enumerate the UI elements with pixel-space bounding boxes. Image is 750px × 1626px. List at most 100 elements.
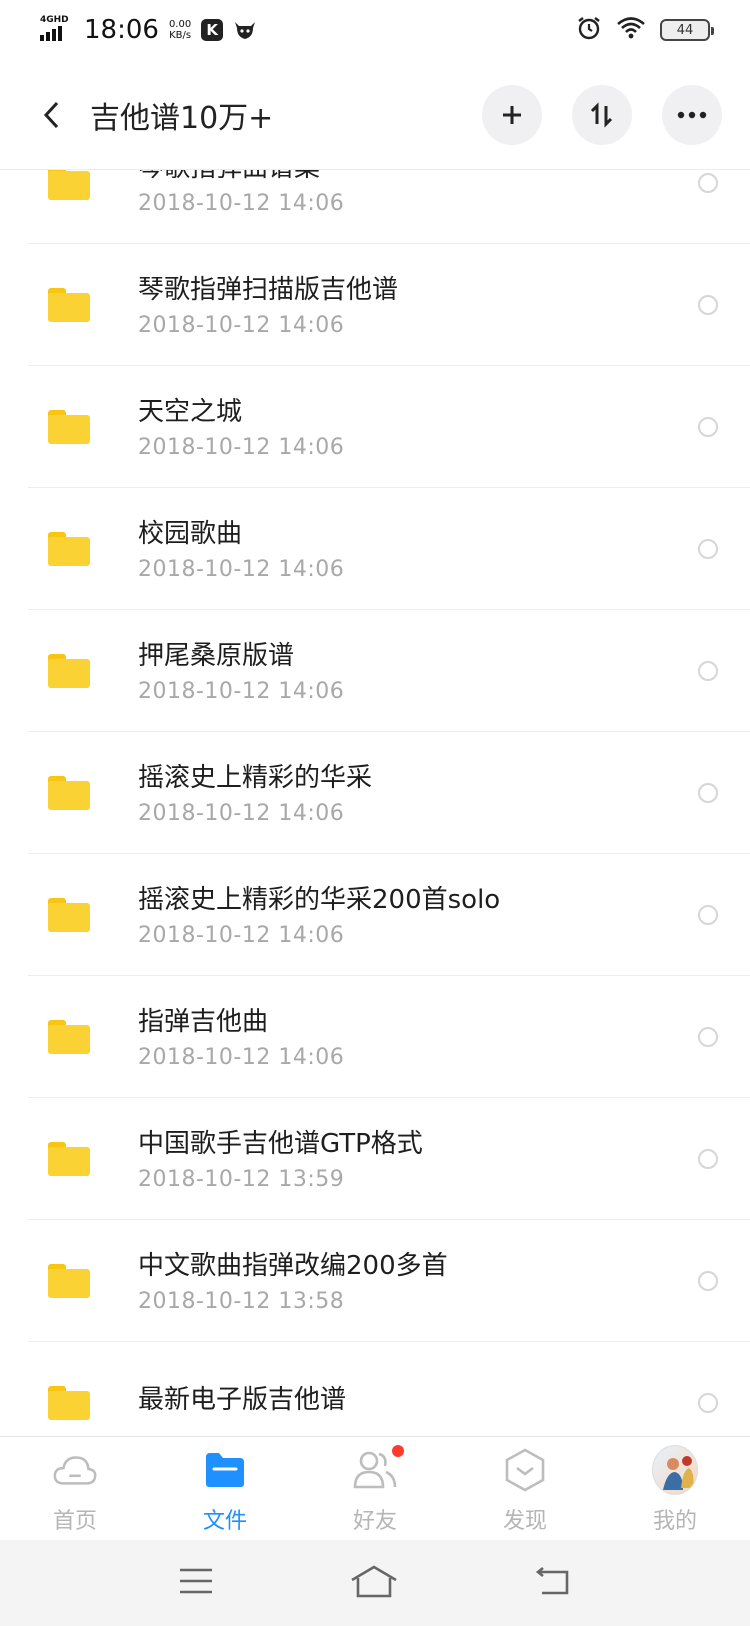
bottom-tab-bar: 首页 文件 好友 发现 我的 <box>0 1436 750 1540</box>
file-texts: 押尾桑原版谱 2018-10-12 14:06 <box>138 639 344 704</box>
folder-icon <box>202 1447 248 1493</box>
home-nav-button[interactable] <box>349 1564 399 1602</box>
folder-icon <box>48 654 90 688</box>
more-icon <box>677 111 707 118</box>
file-row[interactable]: 琴歌指弹扫描版吉他谱 2018-10-12 14:06 <box>0 244 750 366</box>
select-radio[interactable] <box>698 417 718 437</box>
k-app-icon: K <box>201 19 224 41</box>
status-left: 4GHD 18:06 0.00 KB/s K <box>40 15 257 45</box>
file-row[interactable]: 摇滚史上精彩的华采 2018-10-12 14:06 <box>0 732 750 854</box>
file-date: 2018-10-12 14:06 <box>138 434 345 460</box>
file-row[interactable]: 天空之城 2018-10-12 14:06 <box>0 366 750 488</box>
network-speed: 0.00 KB/s <box>169 19 191 41</box>
select-radio[interactable] <box>698 539 718 559</box>
friends-icon <box>352 1447 398 1493</box>
status-time: 18:06 <box>84 15 159 45</box>
folder-icon <box>48 898 90 932</box>
alarm-icon <box>576 15 602 45</box>
return-icon <box>536 1566 569 1595</box>
tab-friends[interactable]: 好友 <box>300 1437 450 1540</box>
select-radio[interactable] <box>698 1271 718 1291</box>
select-radio[interactable] <box>698 173 718 193</box>
folder-icon <box>48 776 90 810</box>
file-texts: 天空之城 2018-10-12 14:06 <box>138 395 344 460</box>
file-row[interactable]: 琴歌指弹曲谱集 2018-10-12 14:06 <box>0 170 750 244</box>
tab-files[interactable]: 文件 <box>150 1437 300 1540</box>
file-name: 中国歌手吉他谱GTP格式 <box>138 1128 423 1159</box>
sort-button[interactable] <box>572 84 632 145</box>
folder-icon <box>48 1142 90 1176</box>
file-row[interactable]: 最新电子版吉他谱 <box>0 1342 750 1436</box>
file-row[interactable]: 中国歌手吉他谱GTP格式 2018-10-12 13:59 <box>0 1098 750 1220</box>
sort-icon <box>590 101 613 128</box>
file-date: 2018-10-12 14:06 <box>138 556 345 582</box>
tab-label-home: 首页 <box>52 1509 97 1534</box>
discover-icon <box>502 1447 548 1493</box>
file-texts: 中国歌手吉他谱GTP格式 2018-10-12 13:59 <box>138 1127 423 1192</box>
avatar <box>652 1445 698 1495</box>
menu-nav-button[interactable] <box>178 1567 214 1599</box>
menu-icon <box>179 1568 212 1594</box>
signal-icon: 4GHD <box>40 15 74 43</box>
select-radio[interactable] <box>698 295 718 315</box>
wifi-icon <box>616 16 646 44</box>
battery-level: 44 <box>676 22 694 38</box>
page-title: 吉他谱10万+ <box>90 100 274 136</box>
file-texts: 最新电子版吉他谱 <box>138 1383 346 1423</box>
file-date: 2018-10-12 14:06 <box>138 190 345 216</box>
file-row[interactable]: 中文歌曲指弹改编200多首 2018-10-12 13:58 <box>0 1220 750 1342</box>
file-texts: 中文歌曲指弹改编200多首 2018-10-12 13:58 <box>138 1249 448 1314</box>
tab-me[interactable]: 我的 <box>600 1437 750 1540</box>
system-nav-bar <box>0 1540 750 1626</box>
select-radio[interactable] <box>698 783 718 803</box>
select-radio[interactable] <box>698 905 718 925</box>
bull-app-icon <box>233 19 257 41</box>
file-name: 指弹吉他曲 <box>138 1006 269 1037</box>
status-bar: 4GHD 18:06 0.00 KB/s K 44 <box>0 0 750 60</box>
notification-dot <box>392 1445 404 1457</box>
plus-icon <box>503 105 521 124</box>
file-row[interactable]: 指弹吉他曲 2018-10-12 14:06 <box>0 976 750 1098</box>
more-button[interactable] <box>662 84 722 145</box>
select-radio[interactable] <box>698 1027 718 1047</box>
tab-home[interactable]: 首页 <box>0 1437 150 1540</box>
file-texts: 琴歌指弹曲谱集 2018-10-12 14:06 <box>138 170 344 216</box>
file-texts: 摇滚史上精彩的华采 2018-10-12 14:06 <box>138 761 372 826</box>
file-name: 琴歌指弹扫描版吉他谱 <box>138 274 399 305</box>
network-type: 4GHD <box>40 15 69 25</box>
tab-me-icon-wrap <box>652 1445 698 1495</box>
select-radio[interactable] <box>698 661 718 681</box>
file-row[interactable]: 校园歌曲 2018-10-12 14:06 <box>0 488 750 610</box>
file-date: 2018-10-12 14:06 <box>138 800 345 826</box>
folder-icon <box>48 170 90 200</box>
folder-icon <box>48 410 90 444</box>
tab-discover[interactable]: 发现 <box>450 1437 600 1540</box>
header-actions <box>482 84 722 145</box>
home-icon <box>351 1565 397 1598</box>
header: 吉他谱10万+ <box>0 60 750 170</box>
file-date: 2018-10-12 14:06 <box>138 1044 345 1070</box>
file-date: 2018-10-12 14:06 <box>138 312 345 338</box>
add-button[interactable] <box>482 84 542 145</box>
back-button[interactable] <box>32 95 72 135</box>
back-icon <box>43 101 59 128</box>
file-list[interactable]: 琴歌指弹曲谱集 2018-10-12 14:06 琴歌指弹扫描版吉他谱 2018-10… <box>0 170 750 1436</box>
select-radio[interactable] <box>698 1149 718 1169</box>
file-row[interactable]: 摇滚史上精彩的华采200首solo 2018-10-12 14:06 <box>0 854 750 976</box>
file-row[interactable]: 押尾桑原版谱 2018-10-12 14:06 <box>0 610 750 732</box>
file-name: 摇滚史上精彩的华采 <box>138 762 373 793</box>
select-radio[interactable] <box>698 1393 718 1413</box>
file-name: 摇滚史上精彩的华采200首solo <box>138 884 501 915</box>
file-name: 校园歌曲 <box>138 518 243 549</box>
back-nav-button[interactable] <box>534 1566 572 1600</box>
file-name: 最新电子版吉他谱 <box>138 1385 347 1415</box>
file-name: 琴歌指弹曲谱集 <box>138 170 344 185</box>
file-name: 中文歌曲指弹改编200多首 <box>138 1250 448 1281</box>
file-texts: 琴歌指弹扫描版吉他谱 2018-10-12 14:06 <box>138 273 398 338</box>
cloud-icon <box>52 1447 98 1493</box>
file-date: 2018-10-12 13:58 <box>138 1288 345 1314</box>
tab-label-me: 我的 <box>652 1509 697 1534</box>
file-date: 2018-10-12 14:06 <box>138 922 345 948</box>
file-date: 2018-10-12 13:59 <box>138 1166 345 1192</box>
file-date: 2018-10-12 14:06 <box>138 678 345 704</box>
